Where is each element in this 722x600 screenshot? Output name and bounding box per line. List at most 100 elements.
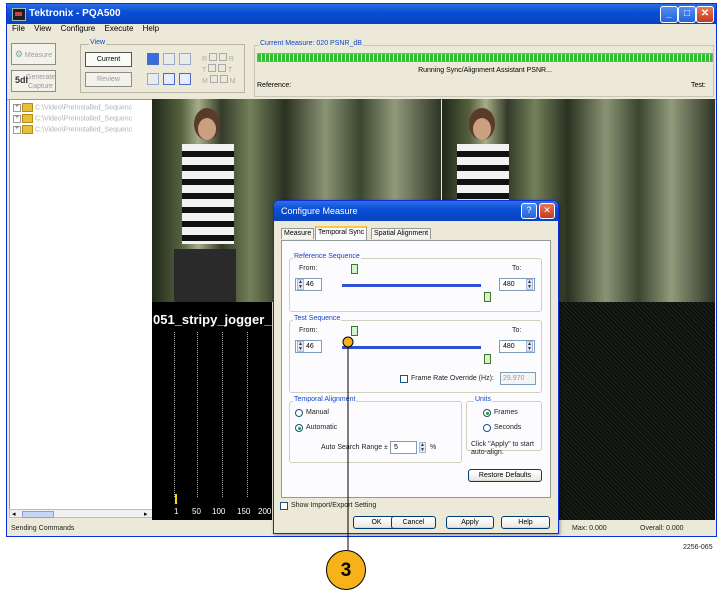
measure-button[interactable]: ⚙ Measure — [11, 43, 56, 65]
axis-label: 200 — [258, 507, 272, 516]
expand-icon[interactable]: + — [13, 125, 21, 134]
callout-anchor-dot — [342, 336, 354, 348]
flag-t[interactable]: T T — [202, 64, 236, 75]
seconds-radio[interactable] — [483, 424, 491, 432]
overall-value: Overall: 0.000 — [640, 525, 684, 532]
test-from-label: From: — [299, 327, 318, 334]
file-tree: + C:\Video\PreInstalled_Sequenc + C:\Video… — [9, 99, 155, 518]
layout-grid-icon[interactable] — [147, 53, 159, 65]
automatic-radio[interactable] — [295, 424, 303, 432]
measure-icon: ⚙ — [14, 49, 23, 59]
layout-single-icon[interactable] — [179, 53, 191, 65]
help-icon[interactable]: ? — [521, 203, 537, 219]
minimize-icon[interactable]: _ — [660, 6, 678, 23]
current-measure-label: Current Measure: 020 PSNR_dB — [259, 40, 363, 47]
show-import-export-checkbox[interactable] — [280, 502, 288, 510]
review-button[interactable]: Review — [85, 72, 132, 87]
measurement-graph: 051_stripy_jogger_ 1 1 50 100 150 200 — [152, 302, 272, 520]
tab-spatial-alignment[interactable]: Spatial Alignment — [371, 228, 432, 239]
scroll-thumb[interactable] — [22, 511, 54, 518]
scroll-right-icon[interactable]: ▸ — [144, 510, 148, 518]
folder-icon — [22, 125, 33, 134]
tree-item[interactable]: + C:\Video\PreInstalled_Sequenc — [13, 103, 132, 112]
flag-r[interactable]: R R — [202, 53, 236, 64]
close-icon[interactable]: ✕ — [696, 6, 714, 23]
title-bar: Tektronix - PQA500 _ □ ✕ — [7, 4, 716, 24]
difference-map — [559, 302, 715, 520]
ref-to-spinner[interactable]: 480 ▲ ▼ — [499, 278, 535, 291]
frame-rate-spinner[interactable]: 29.970 — [500, 372, 536, 385]
measure-progress-bar — [257, 53, 713, 62]
menu-view[interactable]: View — [34, 24, 51, 33]
help-button[interactable]: Help — [501, 516, 550, 529]
test-from-spinner[interactable]: ▲ ▼ 46 — [295, 340, 322, 353]
frames-radio[interactable] — [483, 409, 491, 417]
manual-label: Manual — [306, 409, 329, 416]
spin-arrows-icon[interactable]: ▲ ▼ — [297, 341, 304, 352]
ref-from-thumb[interactable] — [351, 264, 358, 274]
dialog-title-bar: Configure Measure ? ✕ — [274, 201, 558, 221]
tab-temporal-sync[interactable]: Temporal Sync — [315, 226, 368, 240]
tree-scrollbar[interactable]: ◂ ▸ — [9, 509, 155, 518]
axis-label: 150 — [237, 507, 251, 516]
sequence-title: 051_stripy_jogger_ — [153, 312, 272, 327]
tab-measure[interactable]: Measure — [281, 228, 315, 239]
axis-label: 100 — [212, 507, 226, 516]
current-button[interactable]: Current — [85, 52, 132, 67]
view-group-label: View — [89, 39, 107, 46]
manual-radio[interactable] — [295, 409, 303, 417]
test-to-thumb[interactable] — [484, 354, 491, 364]
ref-from-spinner[interactable]: ▲ ▼ 46 — [295, 278, 322, 291]
apply-button[interactable]: Apply — [446, 516, 494, 529]
expand-icon[interactable]: + — [13, 103, 21, 112]
menu-file[interactable]: File — [12, 24, 25, 33]
spin-arrows-icon[interactable]: ▲ ▼ — [419, 442, 426, 453]
menu-help[interactable]: Help — [143, 24, 159, 33]
test-to-label: To: — [512, 327, 522, 334]
toolbar: ⚙ Measure 5dI Generate Capture View Curr… — [7, 37, 716, 100]
restore-defaults-button[interactable]: Restore Defaults — [468, 469, 542, 482]
menu-configure[interactable]: Configure — [61, 24, 96, 33]
axis-label: 1 — [174, 499, 178, 506]
generate-capture-button[interactable]: 5dI Generate Capture — [11, 70, 56, 92]
figure-id: 2256-065 — [683, 544, 713, 551]
dialog-title: Configure Measure — [281, 206, 358, 216]
tree-item[interactable]: + C:\Video\PreInstalled_Sequenc — [13, 114, 132, 123]
channel-flags: R R T T M M — [202, 53, 236, 86]
measure-button-label: Measure — [24, 52, 53, 59]
panel-view-icon[interactable] — [179, 73, 191, 85]
capture-label: Capture — [28, 83, 53, 90]
window-title: Tektronix - PQA500 — [29, 8, 121, 19]
spin-arrows-icon[interactable]: ▲ ▼ — [526, 279, 533, 290]
axis-label: 1 — [174, 507, 179, 516]
auto-align-hint: Click "Apply" to start auto-align. — [471, 441, 534, 456]
dialog-close-icon[interactable]: ✕ — [539, 203, 555, 219]
spin-arrows-icon[interactable]: ▲ ▼ — [526, 341, 533, 352]
ref-from-label: From: — [299, 265, 318, 272]
maximize-icon[interactable]: □ — [678, 6, 696, 23]
frame-rate-override-checkbox[interactable] — [400, 375, 408, 383]
layout-split-icon[interactable] — [163, 53, 175, 65]
folder-icon — [22, 114, 33, 123]
ref-range-slider[interactable] — [342, 284, 481, 287]
table-view-icon[interactable] — [163, 73, 175, 85]
scroll-left-icon[interactable]: ◂ — [12, 510, 16, 518]
tree-item[interactable]: + C:\Video\PreInstalled_Sequenc — [13, 125, 132, 134]
configure-measure-dialog: Configure Measure ? ✕ Measure Temporal S… — [273, 200, 559, 534]
reference-label: Reference: — [257, 82, 292, 89]
axis-label: 50 — [192, 507, 201, 516]
units-label: Units — [474, 396, 492, 403]
test-sequence-label: Test Sequence — [293, 315, 342, 322]
generate-label: Generate — [26, 74, 56, 81]
reference-sequence-label: Reference Sequence — [293, 253, 361, 260]
flag-m[interactable]: M M — [202, 75, 236, 86]
running-status-text: Running Sync/Alignment Assistant PSNR... — [418, 67, 552, 74]
menu-execute[interactable]: Execute — [104, 24, 133, 33]
ref-to-thumb[interactable] — [484, 292, 491, 302]
status-text: Sending Commands — [11, 525, 75, 532]
chart-view-icon[interactable] — [147, 73, 159, 85]
test-to-spinner[interactable]: 480 ▲ ▼ — [499, 340, 535, 353]
spin-arrows-icon[interactable]: ▲ ▼ — [297, 279, 304, 290]
test-label: Test: — [691, 82, 706, 89]
expand-icon[interactable]: + — [13, 114, 21, 123]
